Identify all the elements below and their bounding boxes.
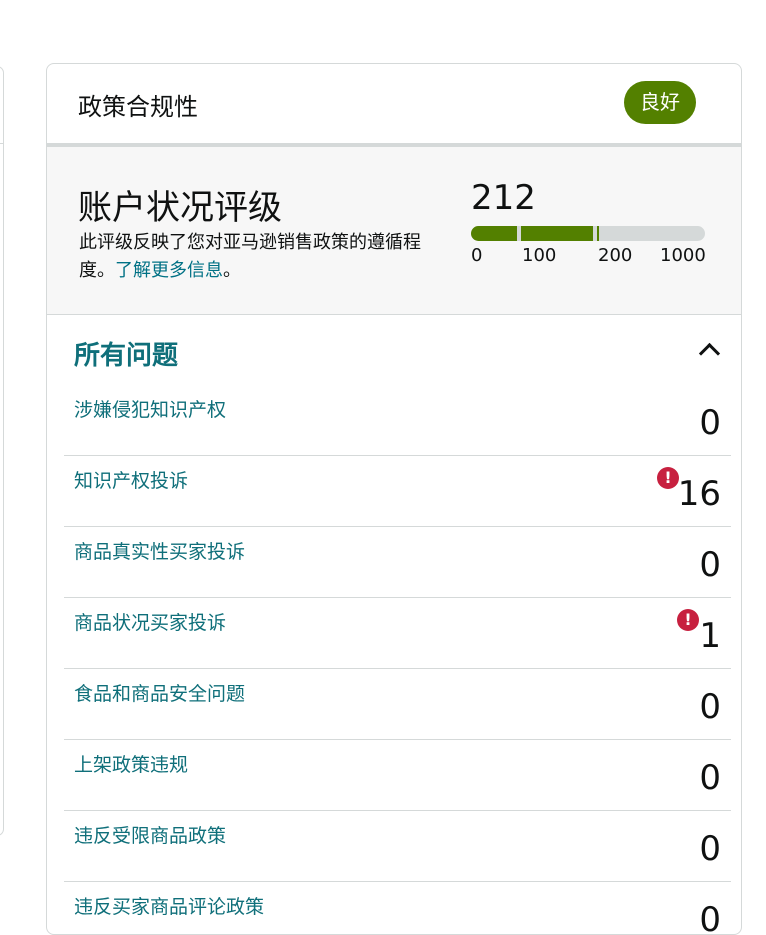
issue-row[interactable]: 违反受限商品政策 0 [64, 811, 731, 882]
issue-label[interactable]: 涉嫌侵犯知识产权 [74, 395, 226, 422]
issue-label[interactable]: 商品真实性买家投诉 [74, 537, 245, 564]
scale-tick-200: 200 [598, 245, 633, 266]
chevron-up-icon[interactable] [698, 342, 721, 365]
all-issues-title: 所有问题 [74, 341, 179, 371]
health-title: 账户状况评级 [78, 188, 282, 228]
issue-row[interactable]: 知识产权投诉! 16 [64, 456, 731, 527]
issue-row[interactable]: 商品状况买家投诉! 1 [64, 598, 731, 669]
all-issues-header[interactable]: 所有问题 [47, 315, 741, 385]
health-description-suffix: 。 [223, 260, 241, 281]
health-description: 此评级反映了您对亚马逊销售政策的遵循程度。了解更多信息。 [79, 229, 439, 285]
issue-row[interactable]: 上架政策违规 0 [64, 740, 731, 811]
account-health-section: 账户状况评级 此评级反映了您对亚马逊销售政策的遵循程度。了解更多信息。 212 … [47, 147, 741, 315]
health-score: 212 [471, 178, 536, 218]
issue-label[interactable]: 知识产权投诉 [74, 466, 188, 493]
issue-label[interactable]: 违反受限商品政策 [74, 821, 226, 848]
issue-count: 0 [699, 900, 721, 935]
alert-icon: ! [657, 467, 679, 489]
issue-count: 0 [699, 545, 721, 585]
alert-icon: ! [677, 609, 699, 631]
issue-label[interactable]: 违反买家商品评论政策 [74, 892, 264, 919]
issue-label[interactable]: 食品和商品安全问题 [74, 679, 245, 706]
status-badge: 良好 [624, 81, 696, 124]
issue-row[interactable]: 食品和商品安全问题 0 [64, 669, 731, 740]
score-marker [597, 226, 599, 241]
health-score-bar [471, 226, 705, 241]
issue-label[interactable]: 商品状况买家投诉 [74, 608, 226, 635]
issue-list: 涉嫌侵犯知识产权 0 知识产权投诉! 16 商品真实性买家投诉 0 商品状况买家投诉! 1 食品… [47, 385, 741, 935]
score-bar-segment-mid [521, 226, 593, 241]
issue-count: 0 [699, 403, 721, 443]
left-panel-card [0, 66, 4, 836]
issue-count: 0 [699, 829, 721, 869]
score-bar-segment-low [471, 226, 517, 241]
policy-compliance-card: 政策合规性 良好 账户状况评级 此评级反映了您对亚马逊销售政策的遵循程度。了解更… [46, 63, 742, 935]
learn-more-link[interactable]: 了解更多信息 [115, 260, 223, 281]
issue-count: 16 [677, 474, 721, 514]
scale-tick-1000: 1000 [660, 245, 706, 266]
issue-row[interactable]: 商品真实性买家投诉 0 [64, 527, 731, 598]
issue-count: 0 [699, 758, 721, 798]
issue-row[interactable]: 涉嫌侵犯知识产权 0 [64, 385, 731, 456]
issue-count: 1 [699, 616, 721, 656]
issue-count: 0 [699, 687, 721, 727]
card-header: 政策合规性 良好 [47, 64, 741, 147]
scale-tick-100: 100 [522, 245, 557, 266]
left-panel-divider [0, 143, 3, 144]
issue-label[interactable]: 上架政策违规 [74, 750, 188, 777]
card-title: 政策合规性 [78, 93, 198, 121]
scale-tick-0: 0 [471, 245, 483, 266]
